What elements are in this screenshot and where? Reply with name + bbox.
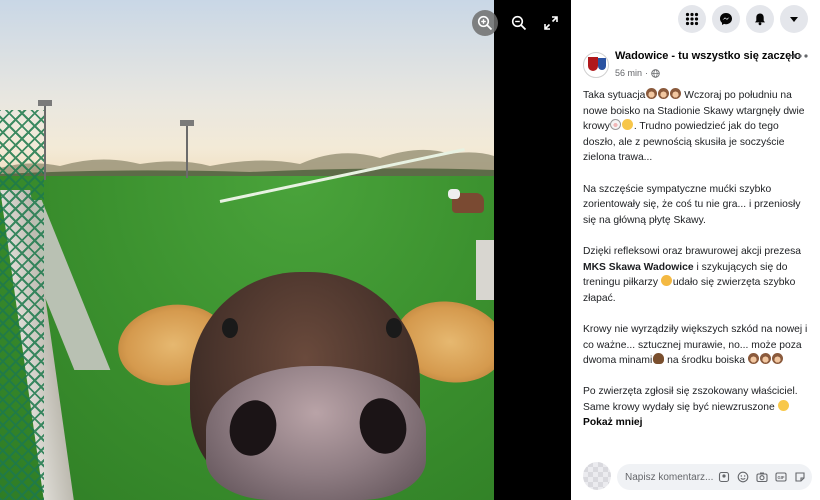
notifications-button[interactable]: [746, 5, 774, 33]
photo-cow-eye: [222, 318, 238, 338]
messenger-icon: [720, 13, 732, 25]
grid-menu-icon: [685, 12, 699, 26]
see-no-evil-monkey-icon: [760, 353, 772, 365]
see-no-evil-monkey-icon: [657, 88, 669, 99]
post-header: Wadowice - tu wszystko się zaczęło 56 mi…: [571, 38, 820, 82]
see-no-evil-monkey-icon: [748, 353, 760, 365]
page-name-link[interactable]: Wadowice - tu wszystko się zaczęło: [615, 50, 801, 62]
page-avatar[interactable]: [583, 52, 609, 78]
photo-button[interactable]: [755, 470, 769, 484]
post-paragraph: Po zwierzęta zgłosił się zszokowany właś…: [583, 384, 811, 431]
top-bar: [571, 0, 820, 38]
post-paragraph: Na szczęście sympatyczne mućki szybko zo…: [583, 182, 811, 229]
fullscreen-icon: [544, 16, 558, 30]
crest-icon: [588, 57, 598, 71]
photo-cow-background: [448, 189, 484, 213]
comment-bar: GIF: [581, 460, 814, 494]
post-text: Taka sytuacja Wczoraj po południu na now…: [583, 88, 811, 431]
post-paragraph: Krowy nie wyrządziły większych szkód na …: [583, 322, 811, 369]
post-paragraph: Dzięki refleksowi oraz brawurowej akcji …: [583, 244, 811, 306]
post-meta: 56 min ·: [615, 68, 660, 78]
post-panel: Wadowice - tu wszystko się zaczęło 56 mi…: [571, 0, 820, 500]
avatar-sticker-icon: [718, 471, 730, 483]
cow-face-icon: [610, 119, 622, 131]
caret-down-icon: [790, 17, 798, 22]
see-no-evil-monkey-icon: [645, 88, 657, 99]
see-no-evil-monkey-icon: [669, 88, 681, 99]
photo-light-pole: [44, 100, 46, 180]
post-text-fragment: Dzięki refleksowi oraz brawurowej akcji …: [583, 245, 802, 257]
smiling-face-icon: [778, 399, 790, 411]
emoji-button[interactable]: [736, 470, 750, 484]
avatar-sticker-button[interactable]: [717, 470, 731, 484]
photo-fence: [0, 110, 44, 500]
see-no-evil-monkey-icon: [772, 353, 784, 365]
meta-separator: ·: [645, 68, 649, 78]
club-name-link[interactable]: MKS Skawa Wadowice: [583, 262, 694, 273]
globe-icon: [651, 68, 660, 78]
user-avatar[interactable]: [583, 462, 611, 490]
menu-button[interactable]: [678, 5, 706, 33]
bell-icon: [755, 13, 765, 26]
grimacing-face-icon: [661, 275, 673, 287]
emoji-icon: [737, 471, 749, 483]
photo-light-head: [38, 100, 52, 106]
post-text-fragment: Taka sytuacja: [583, 90, 646, 101]
post-text-fragment: Po zwierzęta zgłosił się zszokowany właś…: [583, 386, 798, 413]
post-photo[interactable]: [0, 0, 494, 500]
comment-tools: GIF: [717, 470, 807, 484]
zoom-in-button[interactable]: [472, 10, 498, 36]
more-dots-icon: [792, 54, 808, 58]
sticker-button[interactable]: [793, 470, 807, 484]
more-options-button[interactable]: [792, 54, 808, 58]
post-text-fragment: na środku boiska: [664, 355, 748, 367]
svg-text:GIF: GIF: [778, 475, 785, 480]
photo-cow-eye: [386, 318, 402, 338]
photo-light-pole: [186, 120, 188, 178]
sticker-icon: [795, 472, 805, 482]
photo-viewer: [0, 0, 571, 500]
show-less-link[interactable]: Pokaż mniej: [583, 417, 643, 428]
zoom-out-icon: [511, 15, 527, 31]
post-paragraph: Taka sytuacja Wczoraj po południu na now…: [583, 88, 811, 166]
camera-icon: [756, 472, 768, 483]
post-text-fragment: Na szczęście sympatyczne mućki szybko zo…: [583, 183, 801, 226]
messenger-button[interactable]: [712, 5, 740, 33]
crest-icon: [598, 58, 606, 70]
photo-fence-right: [476, 240, 494, 300]
gif-icon: GIF: [775, 472, 787, 482]
surprised-face-icon: [622, 119, 634, 131]
account-button[interactable]: [780, 5, 808, 33]
photo-light-head: [180, 120, 194, 126]
gif-button[interactable]: GIF: [774, 470, 788, 484]
zoom-out-button[interactable]: [506, 10, 532, 36]
zoom-in-icon: [477, 15, 493, 31]
poop-icon: [652, 353, 664, 365]
fullscreen-button[interactable]: [538, 10, 564, 36]
post-time[interactable]: 56 min: [615, 68, 642, 78]
